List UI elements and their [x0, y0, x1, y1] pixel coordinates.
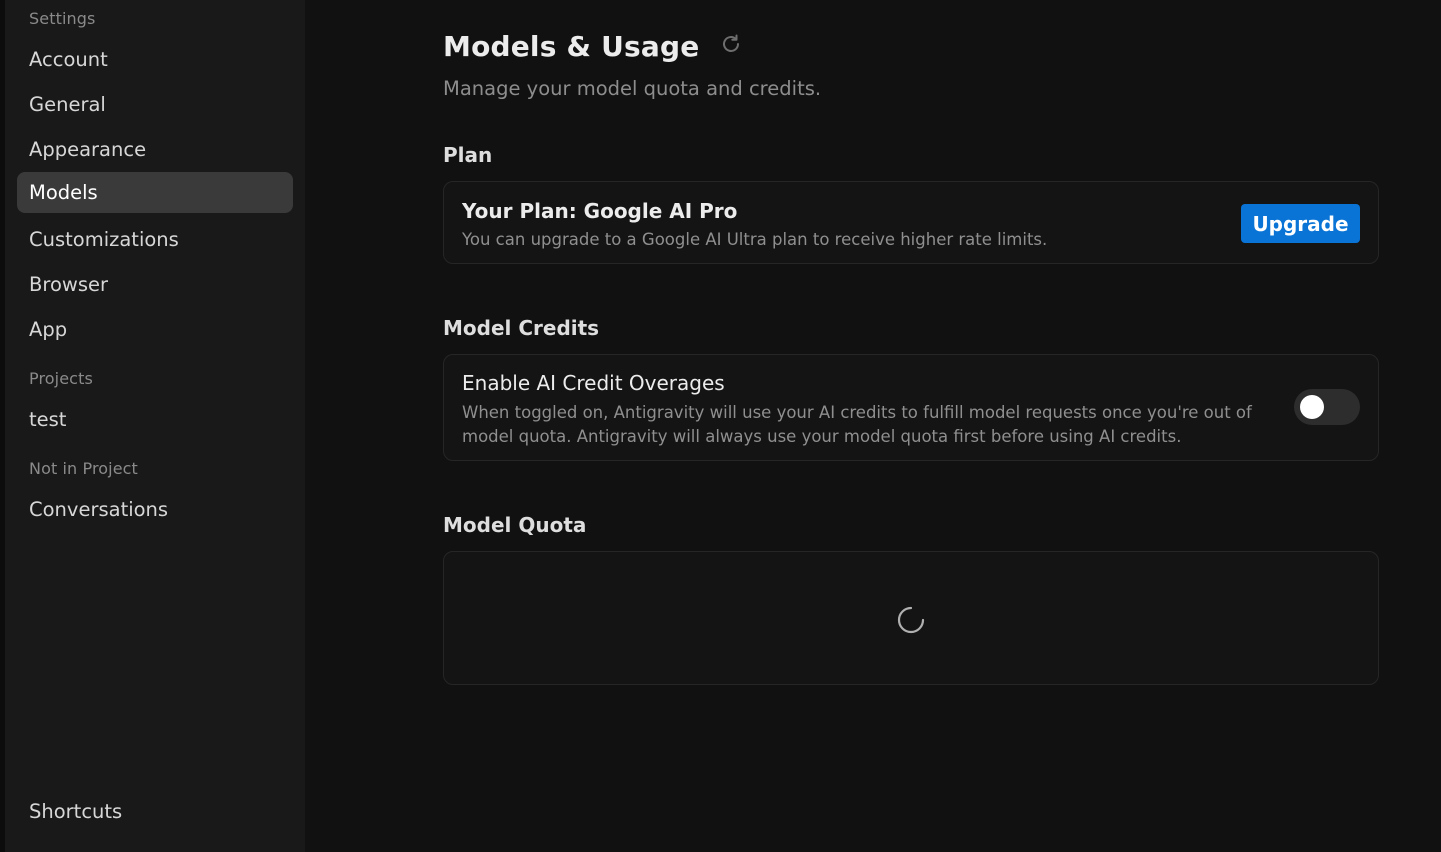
settings-content: Models & Usage Manage your model quota a…	[305, 0, 1441, 852]
sidebar-section-not-in-project: Not in Project	[29, 459, 138, 478]
credits-card-description-line-1: When toggled on, Antigravity will use yo…	[462, 403, 1252, 422]
toggle-knob	[1300, 395, 1324, 419]
credits-section-title: Model Credits	[443, 316, 600, 340]
sidebar-item-label: Shortcuts	[29, 800, 123, 823]
sidebar-item-label: Account	[29, 48, 108, 71]
sidebar-item-shortcuts[interactable]: Shortcuts	[17, 791, 293, 832]
credits-card-description-line-2: model quota. Antigravity will always use…	[462, 427, 1182, 446]
credits-card-title: Enable AI Credit Overages	[462, 371, 725, 395]
refresh-icon[interactable]	[719, 32, 743, 56]
sidebar-item-project-test[interactable]: test	[17, 399, 293, 440]
page-subtitle: Manage your model quota and credits.	[443, 77, 822, 100]
sidebar-item-appearance[interactable]: Appearance	[17, 129, 293, 170]
loading-spinner-icon	[897, 606, 925, 634]
upgrade-button[interactable]: Upgrade	[1241, 204, 1360, 243]
plan-card: Your Plan: Google AI Pro You can upgrade…	[443, 181, 1379, 264]
sidebar-item-label: test	[29, 408, 67, 431]
sidebar-item-label: Conversations	[29, 498, 169, 521]
sidebar-section-projects: Projects	[29, 369, 93, 388]
sidebar-item-label: Browser	[29, 273, 109, 296]
sidebar-item-label: Appearance	[29, 138, 147, 161]
sidebar-item-label: Models	[29, 181, 98, 204]
sidebar-item-label: Customizations	[29, 228, 179, 251]
page-title: Models & Usage	[443, 30, 700, 63]
plan-card-description: You can upgrade to a Google AI Ultra pla…	[462, 230, 1048, 249]
plan-card-title: Your Plan: Google AI Pro	[462, 199, 738, 223]
credit-overages-toggle[interactable]	[1294, 389, 1360, 425]
sidebar-item-account[interactable]: Account	[17, 39, 293, 80]
sidebar-item-general[interactable]: General	[17, 84, 293, 125]
page-header: Models & Usage	[443, 30, 743, 63]
quota-card	[443, 551, 1379, 685]
credits-card: Enable AI Credit Overages When toggled o…	[443, 354, 1379, 461]
sidebar-item-label: General	[29, 93, 106, 116]
quota-section-title: Model Quota	[443, 513, 587, 537]
settings-sidebar: Settings Account General Appearance Mode…	[5, 0, 305, 852]
sidebar-item-app[interactable]: App	[17, 309, 293, 350]
sidebar-section-settings: Settings	[29, 9, 96, 28]
plan-section-title: Plan	[443, 143, 493, 167]
sidebar-item-conversations[interactable]: Conversations	[17, 489, 293, 530]
sidebar-item-browser[interactable]: Browser	[17, 264, 293, 305]
settings-window: Settings Account General Appearance Mode…	[0, 0, 1441, 852]
sidebar-item-models[interactable]: Models	[17, 172, 293, 213]
sidebar-item-customizations[interactable]: Customizations	[17, 219, 293, 260]
sidebar-item-label: App	[29, 318, 68, 341]
